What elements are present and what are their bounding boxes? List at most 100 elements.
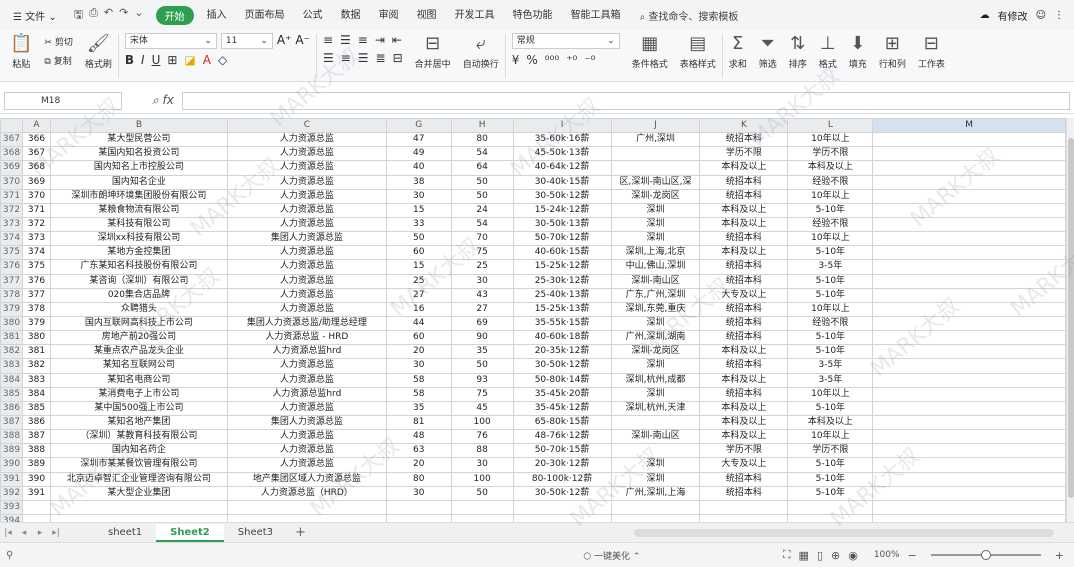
cell[interactable]: 本科及以上 <box>699 216 789 233</box>
row-number[interactable]: 390 <box>0 457 23 473</box>
cell[interactable]: 集团人力资源总监 <box>226 231 387 247</box>
cell[interactable]: 30 <box>385 358 452 374</box>
cell[interactable]: 40-60k·15薪 <box>512 245 612 261</box>
cell[interactable]: 389 <box>21 457 51 473</box>
cell[interactable]: 10年以上 <box>787 231 874 247</box>
cell[interactable]: 人力资源总监 <box>226 146 387 162</box>
cell[interactable] <box>872 330 1066 346</box>
cell[interactable] <box>699 513 789 522</box>
print-icon[interactable]: ⎙ <box>89 6 98 25</box>
cell[interactable]: 人力资源总监 <box>226 273 387 289</box>
cell[interactable]: 学历不限 <box>699 443 789 459</box>
cell[interactable]: 本科及以上 <box>699 414 789 431</box>
scroll-thumb[interactable] <box>1068 138 1074 498</box>
column-header[interactable]: K <box>699 118 789 134</box>
cell[interactable]: 人力资源总监 <box>226 202 387 218</box>
cell[interactable]: 大专及以上 <box>699 457 789 473</box>
formula-input[interactable] <box>181 91 1070 110</box>
cell[interactable]: 35-60k·16薪 <box>512 132 612 148</box>
italic-icon[interactable]: I <box>141 53 145 67</box>
cell[interactable]: 47 <box>385 132 452 148</box>
cell[interactable] <box>872 471 1066 487</box>
cell[interactable]: 81 <box>385 414 452 431</box>
search-command[interactable]: ⌕ 查找命令、搜索模板 <box>630 8 749 23</box>
underline-icon[interactable]: U <box>152 53 161 67</box>
cell[interactable]: 45-50k·13薪 <box>512 146 612 162</box>
add-sheet-icon[interactable]: + <box>287 525 314 540</box>
row-number[interactable]: 393 <box>0 499 23 515</box>
cell[interactable]: 人力资源总监 <box>226 443 387 459</box>
align-right-icon[interactable]: ☰ <box>358 51 369 65</box>
cell[interactable]: 5-10年 <box>787 457 874 473</box>
cell[interactable] <box>226 513 387 522</box>
cell[interactable]: 25 <box>450 259 514 275</box>
has-changes-label[interactable]: 有修改 <box>998 8 1028 23</box>
cell[interactable]: 367 <box>21 146 51 162</box>
cell[interactable]: 3-5年 <box>787 358 874 374</box>
cell[interactable]: 本科及以上 <box>787 160 874 176</box>
cell[interactable]: 某重点农产品龙头企业 <box>49 344 228 360</box>
cell[interactable]: 统招本科 <box>699 471 789 487</box>
cell[interactable]: 本科及以上 <box>699 202 789 218</box>
cell[interactable]: 48 <box>385 429 452 445</box>
cell[interactable]: 经验不限 <box>787 216 874 233</box>
justify-icon[interactable]: ≣ <box>376 51 386 65</box>
cell[interactable]: 某知名互联网公司 <box>49 358 228 374</box>
cell[interactable] <box>49 513 228 522</box>
cell[interactable] <box>872 231 1066 247</box>
cell[interactable]: 5-10年 <box>787 485 874 501</box>
cell[interactable]: 深圳 <box>610 202 701 218</box>
cell[interactable]: 376 <box>21 273 51 289</box>
cell[interactable]: 深圳xx科技有限公司 <box>49 231 228 247</box>
cell[interactable] <box>872 513 1066 522</box>
cell[interactable]: 65-80k·15薪 <box>512 414 612 431</box>
cell[interactable]: 27 <box>385 287 452 303</box>
thousands-icon[interactable]: ⁰⁰⁰ <box>545 53 559 67</box>
cell[interactable]: 房地产前20强公司 <box>49 330 228 346</box>
cell[interactable] <box>385 499 452 515</box>
cell[interactable]: 63 <box>385 443 452 459</box>
cell[interactable]: 377 <box>21 287 51 303</box>
last-sheet-icon[interactable]: ▸| <box>48 528 64 538</box>
cell[interactable]: 人力资源总监 <box>226 372 387 388</box>
cell[interactable] <box>226 499 387 515</box>
cell[interactable]: 深圳-南山区 <box>610 429 701 445</box>
cell[interactable]: 391 <box>21 485 51 501</box>
cell[interactable]: 20 <box>385 457 452 473</box>
cell[interactable]: 区,深圳-南山区,深 <box>610 174 701 190</box>
prev-sheet-icon[interactable]: ◂ <box>16 528 32 538</box>
cell[interactable]: 373 <box>21 231 51 247</box>
cell[interactable] <box>512 513 612 522</box>
cell[interactable]: 388 <box>21 443 51 459</box>
cell[interactable] <box>872 358 1066 374</box>
cell[interactable]: 本科及以上 <box>787 414 874 431</box>
menu-tab[interactable]: 数据 <box>332 6 370 25</box>
row-number[interactable]: 391 <box>0 471 23 487</box>
cell[interactable]: 75 <box>450 386 514 402</box>
cell[interactable]: 80-100k·12薪 <box>512 471 612 487</box>
row-number[interactable]: 384 <box>0 372 23 388</box>
fill-button[interactable]: ⬇ 填充 <box>843 30 873 80</box>
row-number[interactable]: 367 <box>0 132 23 148</box>
row-number[interactable]: 383 <box>0 358 23 374</box>
font-size-select[interactable]: 11 ⌄ <box>220 33 273 49</box>
cell[interactable]: 学历不限 <box>787 443 874 459</box>
cell[interactable] <box>872 372 1066 388</box>
beautify-button[interactable]: ⬡ 一键美化 ⌃ <box>583 549 640 562</box>
cell[interactable]: 383 <box>21 372 51 388</box>
paste-button[interactable]: 📋 粘贴 <box>4 30 38 80</box>
cell[interactable]: 统招本科 <box>699 231 789 247</box>
table-style-button[interactable]: ▤ 表格样式 <box>674 30 722 80</box>
cell[interactable]: 30-40k·15薪 <box>512 174 612 190</box>
file-menu[interactable]: ☰ 文件 ⌄ <box>4 8 66 23</box>
cell[interactable]: 学历不限 <box>787 146 874 162</box>
cell[interactable]: 统招本科 <box>699 330 789 346</box>
cell[interactable]: 38 <box>385 174 452 190</box>
cell[interactable]: 35-55k·15薪 <box>512 315 612 332</box>
cell[interactable]: 30 <box>385 188 452 204</box>
cell[interactable]: 15 <box>385 202 452 218</box>
cell[interactable]: 5-10年 <box>787 287 874 303</box>
cell[interactable]: 统招本科 <box>699 132 789 148</box>
cell[interactable] <box>450 513 514 522</box>
column-header[interactable] <box>0 118 23 134</box>
